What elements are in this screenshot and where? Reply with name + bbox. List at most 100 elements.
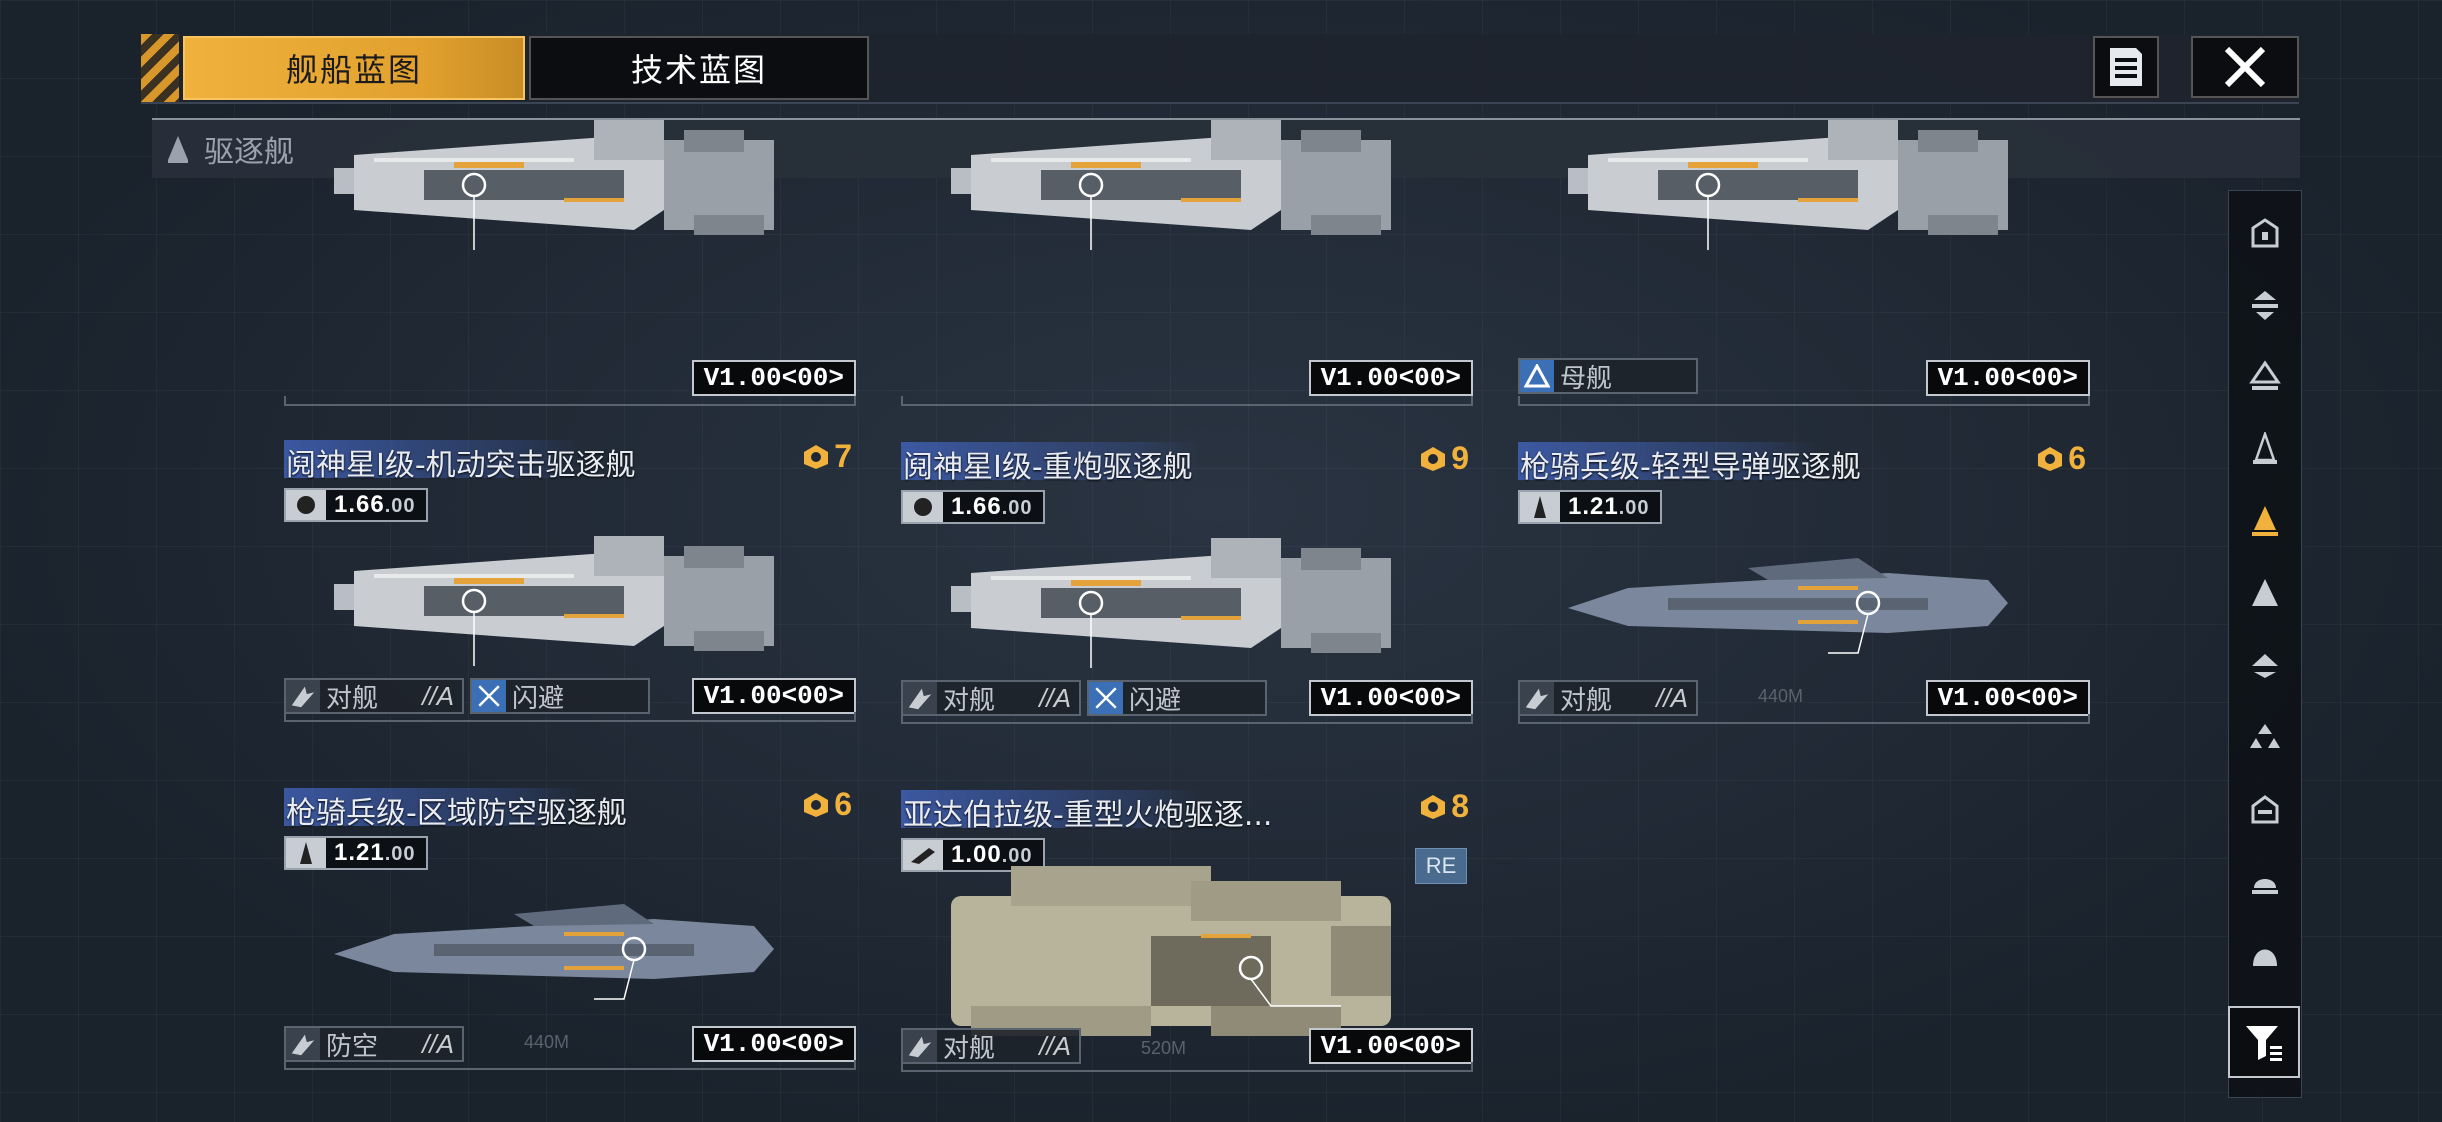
ship-class-rail — [2228, 190, 2302, 1098]
cost-badge: 6 — [2036, 440, 2086, 477]
version-label: V1.00<00> — [1308, 360, 1473, 396]
re-badge: RE — [1415, 848, 1467, 884]
ship-image — [334, 118, 776, 252]
document-list-icon — [2110, 48, 2142, 86]
stat-value: 1.66.00 — [334, 491, 416, 518]
rail-item-utility[interactable] — [2229, 845, 2301, 917]
rail-item-station[interactable] — [2229, 773, 2301, 845]
ship-image — [334, 534, 776, 668]
missile-icon — [1520, 492, 1560, 522]
hull-length: 440M — [1758, 686, 1804, 706]
stat-value: 1.66.00 — [951, 493, 1033, 520]
ship-title: 枪骑兵级-轻型导弹驱逐舰 — [1520, 450, 1861, 485]
other-class-icon — [2253, 949, 2277, 966]
ship-card[interactable]: 枪骑兵级-轻型导弹驱逐舰 6 1.21.00 对舰//A 440M V1.00<… — [1518, 438, 2090, 758]
version-label: V1.00<00> — [1925, 680, 2090, 716]
filter-button[interactable] — [2228, 1006, 2300, 1078]
ship-card[interactable]: 枪骑兵级-区域防空驱逐舰 6 1.21.00 防空//A 440M V1.00<… — [284, 784, 856, 1104]
hazard-stripe — [141, 34, 179, 102]
cost-icon — [1421, 446, 1446, 471]
cost-value: 6 — [834, 786, 852, 822]
card-baseline — [901, 1062, 1473, 1072]
rail-item-destroyer[interactable] — [2229, 485, 2301, 557]
dodge-icon — [472, 680, 506, 712]
card-baseline — [901, 714, 1473, 724]
version-label: V1.00<00> — [1308, 680, 1473, 716]
carrier-icon — [1520, 360, 1554, 392]
tag-carrier: 母舰 — [1518, 358, 1698, 394]
rail-item-cruiser[interactable] — [2229, 341, 2301, 413]
card-baseline — [1518, 714, 2090, 724]
ship-title: 阋神星I级-机动突击驱逐舰 — [286, 448, 636, 483]
rail-item-support[interactable] — [2229, 629, 2301, 701]
card-baseline — [284, 1060, 856, 1070]
ship-image — [334, 902, 776, 1001]
rail-item-frigate[interactable] — [2229, 413, 2301, 485]
tag-label: 母舰 — [1560, 362, 1613, 393]
anti-ship-icon — [903, 682, 937, 714]
filter-icon — [2246, 1026, 2282, 1061]
anti-air-icon — [286, 1028, 320, 1060]
battleship-class-icon — [2251, 218, 2279, 248]
card-baseline — [901, 396, 1473, 406]
anti-ship-icon — [286, 680, 320, 712]
aircraft-class-icon — [2250, 724, 2280, 748]
carrier-class-icon — [2252, 291, 2278, 320]
tab-tech-blueprint[interactable]: 技术蓝图 — [529, 36, 869, 100]
ship-card[interactable]: 阋神星I级-重炮驱逐舰 9 1.66.00 对舰//A 闪避 V1.00<00> — [901, 438, 1473, 758]
category-label: 驱逐舰 — [204, 135, 294, 170]
ship-card[interactable]: V1.00<00> — [284, 118, 856, 440]
hull-length: 440M — [524, 1032, 570, 1052]
ship-title: 亚达伯拉级-重型火炮驱逐... — [903, 798, 1273, 833]
cost-badge: 9 — [1419, 440, 1469, 477]
ship-image — [1568, 556, 2010, 655]
rail-item-carrier[interactable] — [2229, 269, 2301, 341]
anti-ship-icon — [903, 1030, 937, 1062]
rail-item-other[interactable] — [2229, 917, 2301, 989]
support-class-icon — [2252, 654, 2278, 678]
speed-icon — [903, 492, 943, 522]
stat-value: 1.21.00 — [1568, 493, 1650, 520]
close-icon — [2224, 46, 2266, 88]
ship-card[interactable]: 亚达伯拉级-重型火炮驱逐... 8 1.00.00 RE 对舰//A 520M … — [901, 786, 1473, 1106]
ship-title: 枪骑兵级-区域防空驱逐舰 — [286, 796, 627, 831]
utility-class-icon — [2252, 879, 2278, 894]
rail-item-aircraft[interactable] — [2229, 701, 2301, 773]
ship-image — [951, 118, 1393, 252]
tag-anti-ship: 对舰//A — [284, 678, 464, 714]
ship-card[interactable]: 阋神星I级-机动突击驱逐舰 7 1.66.00 对舰//A 闪避 V1.00<0… — [284, 436, 856, 756]
tag-dodge: 闪避 — [470, 678, 650, 714]
close-button[interactable] — [2191, 36, 2299, 98]
tag-anti-ship: 对舰//A — [1518, 680, 1698, 716]
anti-ship-icon — [1520, 682, 1554, 714]
cost-badge: 6 — [802, 786, 852, 823]
version-label: V1.00<00> — [1925, 360, 2090, 396]
cost-icon — [2038, 446, 2063, 471]
dodge-icon — [1089, 682, 1123, 714]
cost-value: 9 — [1451, 440, 1469, 476]
stat-value: 1.21.00 — [334, 839, 416, 866]
speed-icon — [286, 490, 326, 520]
rail-item-corvette[interactable] — [2229, 557, 2301, 629]
corvette-class-icon — [2252, 579, 2278, 606]
card-baseline — [284, 396, 856, 406]
cruiser-class-icon — [2249, 360, 2281, 390]
rail-item-battleship[interactable] — [2229, 197, 2301, 269]
cost-icon — [804, 792, 829, 817]
ship-image — [1568, 118, 2010, 252]
destroyer-class-icon — [168, 136, 188, 163]
ship-card[interactable]: 母舰 V1.00<00> — [1518, 118, 2090, 440]
cannon-icon — [903, 840, 943, 870]
version-label: V1.00<00> — [691, 678, 856, 714]
card-baseline — [1518, 396, 2090, 406]
ship-card[interactable]: V1.00<00> — [901, 118, 1473, 440]
cost-value: 7 — [834, 438, 852, 474]
cost-badge: 7 — [802, 438, 852, 475]
cost-icon — [1421, 794, 1446, 819]
top-bar: 舰船蓝图 技术蓝图 — [141, 34, 2299, 104]
tag-anti-ship: 对舰//A — [901, 1028, 1081, 1064]
missile-icon — [286, 838, 326, 868]
destroyer-class-icon — [2252, 506, 2278, 536]
tab-ship-blueprint[interactable]: 舰船蓝图 — [183, 36, 525, 100]
list-button[interactable] — [2093, 36, 2159, 98]
